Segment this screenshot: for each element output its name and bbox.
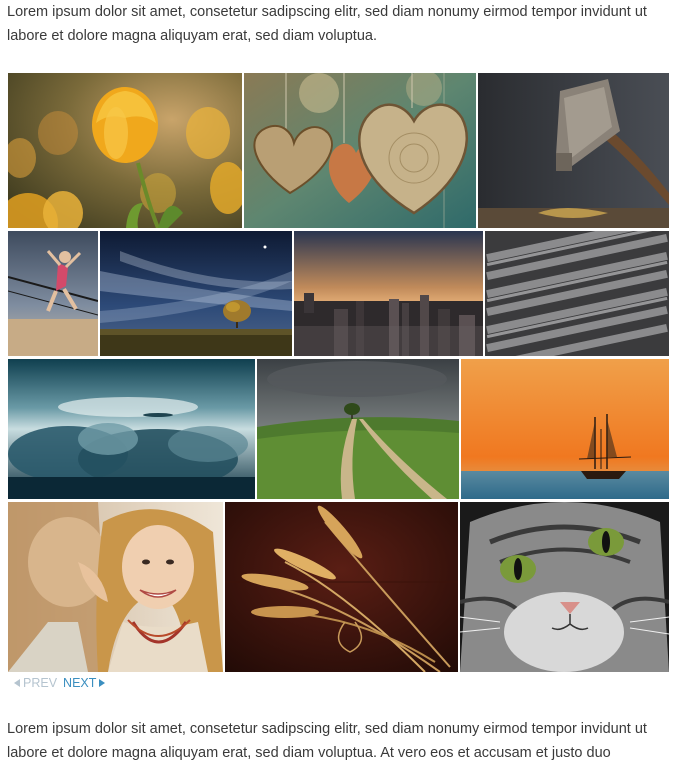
cat-face-photo[interactable]	[460, 502, 669, 672]
intro-paragraph: Lorem ipsum dolor sit amet, consetetur s…	[7, 4, 647, 44]
next-button[interactable]: NEXT	[63, 676, 106, 690]
triangle-right-icon	[99, 679, 106, 687]
next-label: NEXT	[63, 676, 97, 690]
wooden-hearts-photo[interactable]	[244, 73, 476, 228]
wheat-ears-photo[interactable]	[225, 502, 458, 672]
tulips-photo[interactable]	[8, 73, 242, 228]
image-gallery	[0, 0, 678, 767]
hammer-photo[interactable]	[478, 73, 669, 228]
prev-label: PREV	[23, 676, 58, 690]
body-paragraph: Lorem ipsum dolor sit amet, consetetur s…	[7, 721, 647, 761]
two-women-whisper-photo[interactable]	[8, 502, 223, 672]
hill-path-tree-photo[interactable]	[257, 359, 459, 499]
prev-button[interactable]: PREV	[14, 676, 57, 690]
beach-volleyball-photo[interactable]	[8, 231, 98, 356]
typewriter-letters-photo[interactable]	[485, 231, 669, 356]
sailboat-sunset-photo[interactable]	[461, 359, 669, 499]
city-skyline-photo[interactable]	[294, 231, 483, 356]
triangle-left-icon	[14, 679, 20, 687]
storm-clouds-photo[interactable]	[8, 359, 255, 499]
gallery-pager: PREV NEXT	[14, 674, 106, 692]
lone-tree-night-photo[interactable]	[100, 231, 292, 356]
